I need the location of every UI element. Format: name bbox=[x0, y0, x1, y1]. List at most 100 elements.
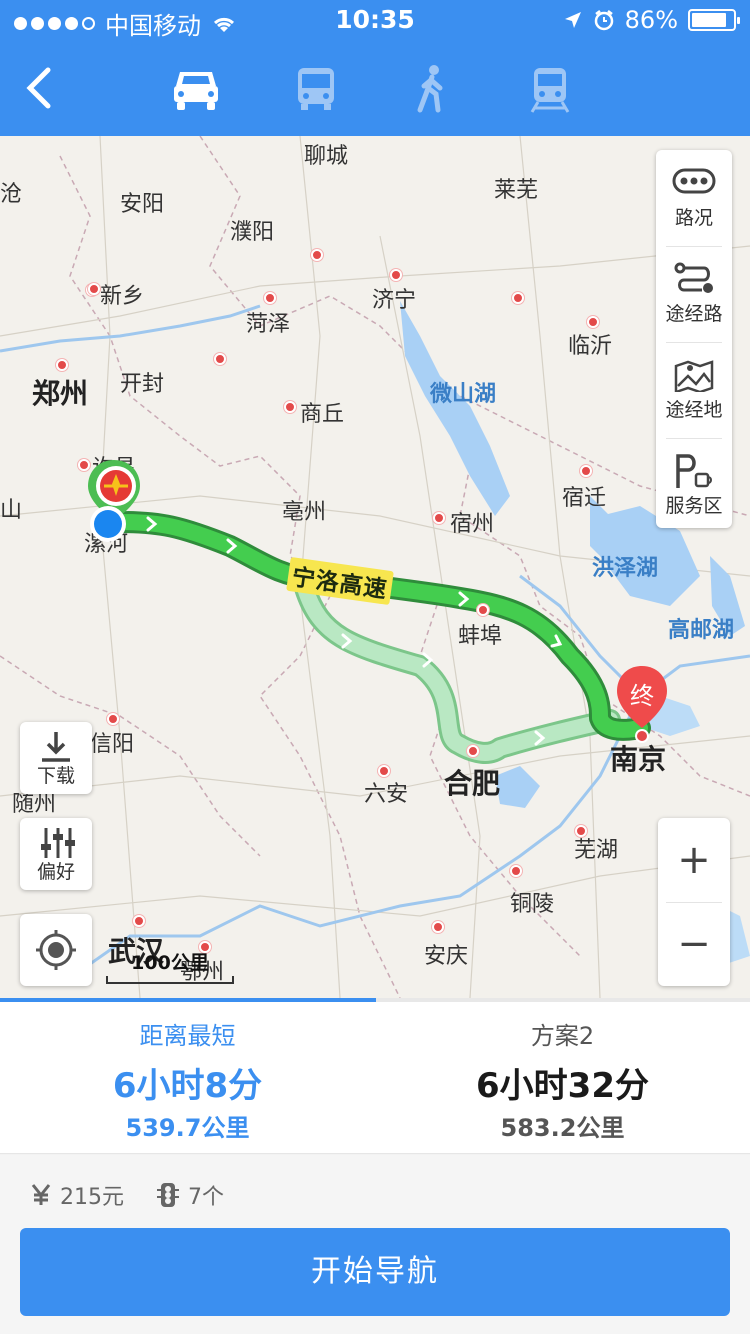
download-label: 下载 bbox=[36, 765, 75, 787]
traffic-light-count: 7个 bbox=[188, 1185, 224, 1210]
city-label: 新乡 bbox=[100, 284, 145, 309]
route-time: 6小时8分 bbox=[112, 1066, 263, 1106]
city-label: 宿州 bbox=[450, 512, 495, 537]
city-dot bbox=[587, 316, 599, 328]
preference-button[interactable]: 偏好 bbox=[20, 818, 92, 890]
city-label: 蚌埠 bbox=[458, 624, 503, 649]
city-dot bbox=[510, 865, 522, 877]
battery-percent: 86% bbox=[624, 6, 678, 34]
train-icon bbox=[530, 68, 570, 113]
city-label: 宿迁 bbox=[562, 486, 607, 511]
city-label: 山 bbox=[0, 498, 23, 523]
scale-bar bbox=[106, 976, 234, 984]
toll-amount: 215元 bbox=[60, 1185, 124, 1210]
locate-icon bbox=[36, 930, 76, 970]
lake-label: 微山湖 bbox=[430, 382, 497, 407]
mode-walk-button[interactable] bbox=[404, 64, 460, 114]
download-icon bbox=[42, 732, 70, 762]
traffic-button[interactable]: 路况 bbox=[656, 150, 732, 244]
back-button[interactable] bbox=[18, 64, 62, 112]
download-button[interactable]: 下载 bbox=[20, 722, 92, 794]
city-label: 郑州 bbox=[32, 377, 89, 410]
header-bar: 中国移动 10:35 86% bbox=[0, 0, 750, 136]
city-label: 合肥 bbox=[444, 767, 501, 800]
lake-label: 洪泽湖 bbox=[592, 556, 659, 581]
lake-label: 高邮湖 bbox=[668, 618, 735, 643]
scale-label: 100公里 bbox=[131, 952, 209, 974]
walk-icon bbox=[417, 65, 443, 113]
app-root: 中国移动 10:35 86% 聊城 莱芜 安阳 濮阳 新乡 济宁 菏泽 临沂 郑… bbox=[0, 0, 750, 1334]
status-bar: 中国移动 10:35 86% bbox=[0, 0, 750, 40]
car-icon bbox=[174, 72, 218, 110]
city-label: 芜湖 bbox=[574, 838, 619, 863]
city-label: 开封 bbox=[120, 372, 165, 397]
chevron-left-icon bbox=[26, 67, 51, 109]
route-details: 215元 7个 开始导航 bbox=[0, 1155, 750, 1334]
mode-car-button[interactable] bbox=[168, 64, 224, 114]
status-right: 86% bbox=[563, 6, 740, 34]
city-dot bbox=[214, 353, 226, 365]
city-label: 安阳 bbox=[120, 192, 165, 217]
route-icon bbox=[674, 262, 713, 293]
city-label: 铜陵 bbox=[510, 892, 555, 917]
city-dot bbox=[512, 292, 524, 304]
city-label: 济宁 bbox=[372, 288, 417, 313]
city-dot bbox=[264, 292, 276, 304]
bus-icon bbox=[298, 68, 334, 110]
route-name: 距离最短 bbox=[139, 1022, 236, 1050]
route-option-1[interactable]: 距离最短 6小时8分 539.7公里 bbox=[0, 1002, 375, 1152]
route-distance: 539.7公里 bbox=[125, 1114, 250, 1142]
city-dot bbox=[580, 465, 592, 477]
preference-label: 偏好 bbox=[36, 861, 75, 883]
zoom-in-button[interactable]: + bbox=[658, 818, 730, 902]
location-arrow-icon bbox=[564, 12, 581, 28]
map-pin-icon bbox=[674, 360, 714, 392]
yuan-icon bbox=[30, 1183, 52, 1207]
city-dot bbox=[477, 604, 489, 616]
service-area-button[interactable]: 服务区 bbox=[656, 438, 732, 532]
traffic-label: 路况 bbox=[674, 207, 713, 229]
city-label: 商丘 bbox=[300, 402, 345, 427]
mode-train-button[interactable] bbox=[522, 64, 578, 114]
city-label: 临沂 bbox=[568, 334, 613, 359]
zoom-out-button[interactable]: − bbox=[658, 902, 730, 986]
start-location-icon[interactable] bbox=[88, 504, 128, 544]
sliders-icon bbox=[41, 828, 75, 858]
locate-button[interactable] bbox=[20, 914, 92, 986]
city-dot bbox=[467, 745, 479, 757]
route-distance: 583.2公里 bbox=[500, 1114, 625, 1142]
via-place-button[interactable]: 途经地 bbox=[656, 342, 732, 436]
traffic-icon bbox=[672, 168, 716, 194]
route-option-2[interactable]: 方案2 6小时32分 583.2公里 bbox=[375, 1002, 750, 1152]
city-label: 沧 bbox=[0, 182, 23, 207]
service-area-label: 服务区 bbox=[665, 495, 723, 517]
route-name: 方案2 bbox=[530, 1022, 595, 1050]
city-dot bbox=[88, 283, 100, 295]
start-navigation-button[interactable]: 开始导航 bbox=[20, 1228, 730, 1316]
route-options: 距离最短 6小时8分 539.7公里 方案2 6小时32分 583.2公里 bbox=[0, 998, 750, 1154]
city-dot bbox=[56, 359, 68, 371]
city-label: 亳州 bbox=[282, 500, 327, 525]
end-marker-label: 终 bbox=[630, 682, 654, 710]
via-road-button[interactable]: 途经路 bbox=[656, 246, 732, 340]
city-label: 聊城 bbox=[304, 144, 349, 169]
mode-bus-button[interactable] bbox=[288, 64, 344, 114]
city-dot bbox=[284, 401, 296, 413]
map-view[interactable]: 聊城 莱芜 安阳 濮阳 新乡 济宁 菏泽 临沂 郑州 开封 商丘 微山湖 许昌 … bbox=[0, 136, 750, 998]
battery-icon bbox=[688, 9, 740, 31]
via-place-label: 途经地 bbox=[665, 399, 723, 421]
city-label: 菏泽 bbox=[246, 312, 291, 337]
city-label: 濮阳 bbox=[230, 220, 275, 245]
route-time: 6小时32分 bbox=[476, 1066, 649, 1106]
alarm-icon bbox=[594, 10, 613, 31]
city-label: 信阳 bbox=[90, 732, 135, 757]
parking-coffee-icon bbox=[676, 454, 712, 488]
nav-row bbox=[0, 46, 750, 132]
map-scale: 100公里 bbox=[106, 948, 234, 984]
city-dot bbox=[433, 512, 445, 524]
city-dot bbox=[133, 915, 145, 927]
city-label: 安庆 bbox=[424, 944, 469, 969]
city-dot bbox=[390, 269, 402, 281]
zoom-panel: + − bbox=[658, 818, 730, 986]
route-summary: 215元 7个 bbox=[30, 1177, 224, 1213]
